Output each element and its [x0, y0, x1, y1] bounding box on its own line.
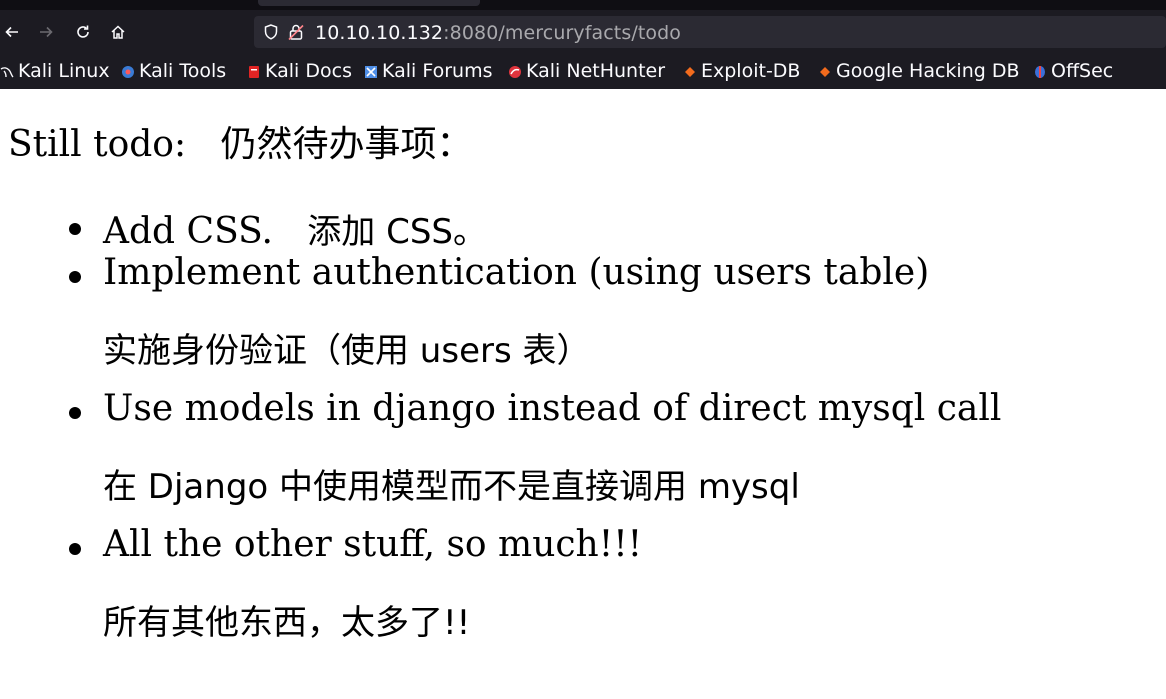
bookmark-offsec[interactable]: OffSec	[1033, 58, 1113, 84]
reload-button[interactable]	[71, 20, 95, 44]
list-item: Use models in django instead of direct m…	[103, 388, 1002, 429]
heading-english: Still todo:	[8, 124, 187, 165]
forward-arrow-icon	[40, 26, 53, 38]
bullet-icon	[69, 543, 81, 555]
bookmark-label: Kali NetHunter	[526, 60, 666, 82]
home-button[interactable]	[106, 20, 130, 44]
bookmarks-toolbar: Kali Linux Kali Tools Kali Docs Kali For…	[0, 56, 1166, 86]
bookmark-exploit-db[interactable]: Exploit-DB	[683, 58, 800, 84]
bookmark-kali-nethunter[interactable]: Kali NetHunter	[508, 58, 665, 84]
ghdb-icon	[818, 64, 832, 78]
kali-tools-icon	[121, 64, 135, 78]
url-host: 10.10.10.132	[315, 22, 444, 44]
bookmark-label: OffSec	[1051, 60, 1114, 82]
reload-icon	[77, 25, 89, 38]
navigation-toolbar: 10.10.10.132:8080/mercuryfacts/todo	[0, 14, 1166, 50]
bookmark-label: Kali Forums	[382, 60, 493, 82]
bookmark-label: Google Hacking DB	[836, 60, 1020, 82]
kali-nethunter-icon	[508, 64, 522, 78]
back-button[interactable]	[0, 20, 24, 44]
bookmark-label: Exploit-DB	[701, 60, 801, 82]
insecure-lock-icon[interactable]	[287, 23, 305, 41]
exploit-db-icon	[683, 64, 697, 78]
list-item: All the other stuff, so much!!!	[103, 524, 643, 565]
page-heading: Still todo: 仍然待办事项：	[8, 115, 472, 167]
bookmark-label: Kali Tools	[139, 60, 227, 82]
bookmark-kali-linux[interactable]: Kali Linux	[0, 58, 110, 84]
tracking-protection-shield-icon[interactable]	[262, 23, 280, 41]
offsec-icon	[1033, 64, 1047, 78]
browser-chrome: 10.10.10.132:8080/mercuryfacts/todo Kali…	[0, 0, 1166, 89]
item-chinese: 添加 CSS。	[307, 212, 487, 252]
item-chinese: 所有其他东西，太多了!!	[103, 603, 471, 643]
bullet-icon	[69, 407, 81, 419]
list-item: Add CSS. 添加 CSS。	[103, 204, 487, 253]
bookmark-label: Kali Docs	[265, 60, 352, 82]
url-text[interactable]: 10.10.10.132:8080/mercuryfacts/todo	[315, 22, 681, 44]
bookmark-label: Kali Linux	[18, 60, 110, 82]
bookmark-google-hacking-db[interactable]: Google Hacking DB	[818, 58, 1020, 84]
item-english: Add CSS.	[103, 211, 273, 252]
bookmark-kali-tools[interactable]: Kali Tools	[121, 58, 226, 84]
forward-button[interactable]	[34, 20, 58, 44]
heading-chinese: 仍然待办事项：	[220, 124, 473, 165]
bullet-icon	[69, 271, 81, 283]
kali-docs-icon	[247, 64, 261, 78]
page-content: Still todo: 仍然待办事项： Add CSS. 添加 CSS。 Imp…	[0, 89, 1166, 699]
tab-strip	[0, 0, 1166, 10]
home-icon	[111, 25, 125, 39]
address-bar[interactable]: 10.10.10.132:8080/mercuryfacts/todo	[254, 16, 1166, 48]
item-chinese: 实施身份验证（使用 users 表）	[103, 331, 591, 371]
url-path: :8080/mercuryfacts/todo	[443, 22, 682, 44]
active-tab[interactable]	[258, 0, 480, 6]
list-item: Implement authentication (using users ta…	[103, 252, 930, 293]
bookmark-kali-forums[interactable]: Kali Forums	[364, 58, 493, 84]
item-chinese: 在 Django 中使用模型而不是直接调用 mysql	[103, 467, 800, 507]
bookmark-kali-docs[interactable]: Kali Docs	[247, 58, 352, 84]
back-arrow-icon	[5, 26, 18, 38]
kali-dragon-icon	[0, 64, 14, 78]
bullet-icon	[69, 223, 81, 235]
kali-forums-icon	[364, 64, 378, 78]
